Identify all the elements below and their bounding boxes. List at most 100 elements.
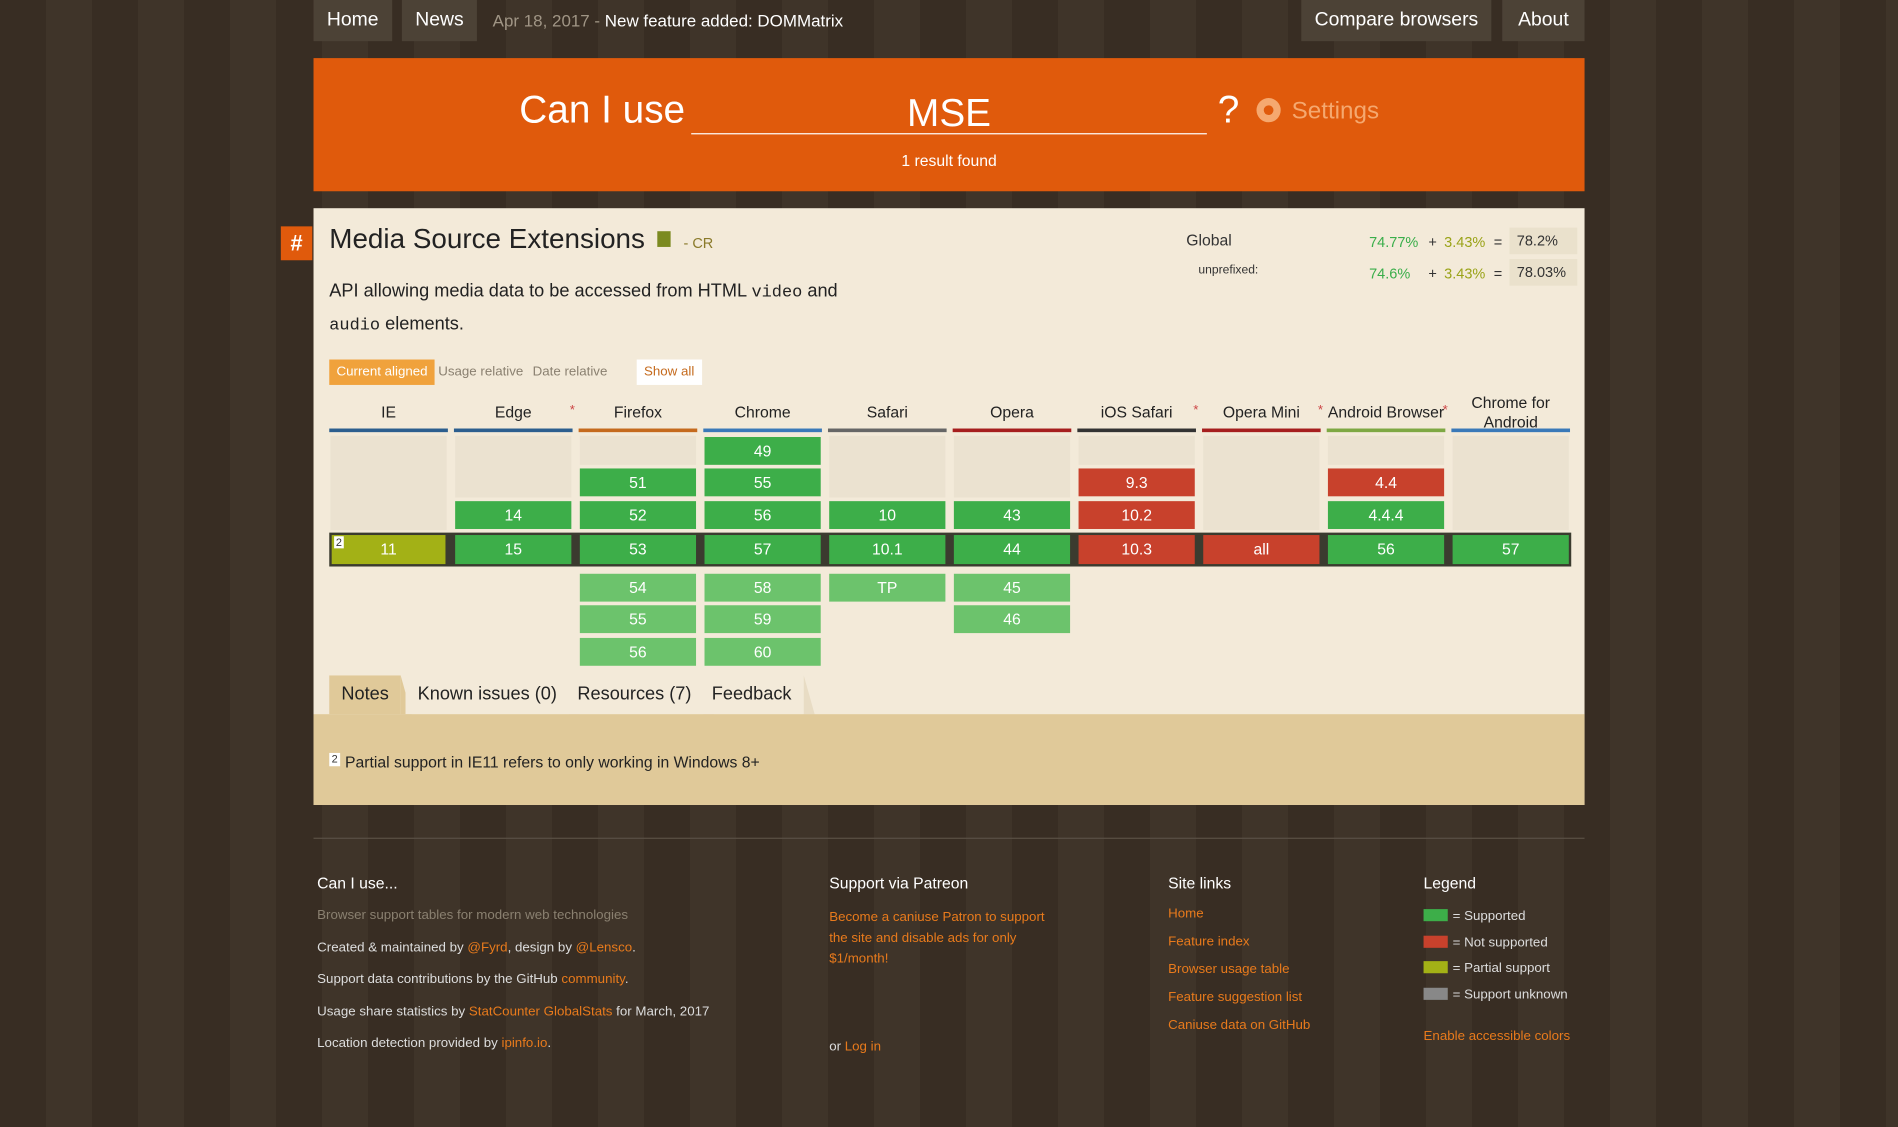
- browser-header-firefox[interactable]: Firefox: [579, 403, 698, 422]
- news-headline[interactable]: New feature added: DOMMatrix: [605, 11, 843, 30]
- support-cell[interactable]: 10.2: [1078, 501, 1195, 529]
- browser-color-bar: [1451, 428, 1571, 433]
- browser-name: Opera Mini: [1222, 403, 1300, 422]
- support-cell[interactable]: 43: [953, 501, 1071, 529]
- legend-swatch: [1423, 961, 1448, 974]
- lensco-link[interactable]: @Lensco: [576, 941, 632, 956]
- feature-anchor-link[interactable]: #: [280, 226, 313, 261]
- gear-icon: [1256, 98, 1281, 123]
- site-link-usage-table[interactable]: Browser usage table: [1168, 960, 1289, 981]
- note-ref-badge[interactable]: 2: [334, 536, 344, 549]
- statcounter-link[interactable]: StatCounter GlobalStats: [469, 1005, 613, 1020]
- support-cell[interactable]: 56: [704, 501, 821, 529]
- nav-home-button[interactable]: Home: [313, 0, 392, 42]
- support-cell-future[interactable]: 55: [579, 605, 697, 634]
- search-input[interactable]: [691, 91, 1207, 135]
- support-cell-future[interactable]: 45: [953, 573, 1071, 602]
- support-cell[interactable]: 49: [704, 436, 821, 465]
- browser-header-ios-safari[interactable]: iOS Safari *: [1077, 403, 1199, 422]
- support-cell-future[interactable]: 59: [704, 605, 821, 634]
- support-cell[interactable]: 55: [704, 468, 821, 497]
- support-cell-current[interactable]: 57: [1452, 535, 1569, 565]
- support-cell[interactable]: 10: [829, 501, 946, 529]
- support-cell-current[interactable]: 53: [579, 535, 697, 565]
- legend-not-supported: = Not supported: [1423, 933, 1548, 954]
- tab-date-relative[interactable]: Date relative: [525, 360, 614, 385]
- feature-title[interactable]: Media Source Extensions: [329, 223, 645, 254]
- site-link-feature-index[interactable]: Feature index: [1168, 932, 1249, 953]
- browser-name: Opera: [990, 403, 1034, 422]
- tab-current-aligned[interactable]: Current aligned: [329, 359, 435, 385]
- support-cell-future[interactable]: 58: [704, 573, 821, 602]
- nav-compare-button[interactable]: Compare browsers: [1301, 0, 1492, 42]
- support-cell-current[interactable]: 10.1: [829, 535, 946, 565]
- ipinfo-link[interactable]: ipinfo.io: [501, 1036, 547, 1051]
- login-link[interactable]: Log in: [845, 1040, 881, 1055]
- support-cell[interactable]: 9.3: [1078, 468, 1195, 497]
- browser-header-opera-mini[interactable]: Opera Mini *: [1202, 403, 1323, 422]
- support-cell-current[interactable]: 10.3: [1078, 535, 1195, 565]
- prefix-note-star: *: [569, 403, 575, 418]
- support-cell[interactable]: 4.4.4: [1327, 501, 1445, 529]
- empty-cell: [829, 435, 946, 498]
- community-link[interactable]: community: [561, 972, 624, 987]
- patreon-link[interactable]: Become a caniuse Patron to support the s…: [829, 908, 1065, 970]
- usage-plus: +: [1428, 265, 1437, 283]
- support-cell[interactable]: 4.4: [1327, 468, 1445, 497]
- footer-location: Location detection provided by ipinfo.io…: [317, 1034, 551, 1055]
- footer-col1-title: Can I use...: [317, 873, 398, 893]
- support-cell-future[interactable]: 56: [579, 637, 697, 666]
- footer-text: Support data contributions by the GitHub: [317, 972, 562, 987]
- support-cell-current[interactable]: 15: [455, 535, 572, 565]
- browser-header-edge[interactable]: Edge *: [454, 403, 575, 422]
- nav-news-button[interactable]: News: [401, 0, 477, 42]
- support-cell[interactable]: 14: [455, 501, 572, 529]
- browser-header-opera[interactable]: Opera: [953, 403, 1072, 422]
- browser-header-ie[interactable]: IE: [329, 403, 448, 422]
- nav-about-button[interactable]: About: [1502, 0, 1585, 42]
- support-cell-future[interactable]: 60: [704, 637, 821, 666]
- accessible-colors-link[interactable]: Enable accessible colors: [1424, 1027, 1571, 1048]
- footer-divider: [313, 837, 1585, 839]
- browser-header-chrome-android[interactable]: Chrome for Android: [1451, 393, 1570, 432]
- site-link-suggestion[interactable]: Feature suggestion list: [1168, 988, 1302, 1009]
- site-link-home[interactable]: Home: [1168, 904, 1204, 925]
- footer-text: .: [547, 1036, 552, 1051]
- support-cell-current[interactable]: 44: [953, 535, 1071, 565]
- news-ticker[interactable]: Apr 18, 2017 - New feature added: DOMMat…: [493, 0, 843, 41]
- prefix-note-star: *: [1193, 403, 1199, 418]
- browser-header-safari[interactable]: Safari: [828, 403, 947, 422]
- support-cell-current[interactable]: 56: [1327, 535, 1445, 565]
- tab-usage-relative[interactable]: Usage relative: [431, 360, 531, 385]
- fyrd-link[interactable]: @Fyrd: [467, 941, 507, 956]
- desc-text: API allowing media data to be accessed f…: [329, 280, 752, 302]
- browser-header-chrome[interactable]: Chrome: [703, 403, 822, 422]
- tab-resources[interactable]: Resources (7): [565, 675, 715, 715]
- legend-swatch: [1423, 935, 1448, 948]
- tab-notes[interactable]: Notes: [329, 675, 413, 715]
- browser-header-android[interactable]: Android Browser *: [1327, 403, 1448, 422]
- search-qmark: ?: [1217, 87, 1240, 131]
- result-count: 1 result found: [901, 151, 997, 170]
- show-all-button[interactable]: Show all: [636, 359, 702, 385]
- desc-code-audio: audio: [329, 315, 381, 336]
- spec-document-icon[interactable]: [657, 231, 671, 247]
- support-cell-current[interactable]: all: [1203, 535, 1320, 565]
- search-prefix: Can I use: [519, 87, 686, 131]
- legend-swatch: [1423, 909, 1448, 922]
- support-cell-future[interactable]: 54: [579, 573, 697, 602]
- empty-cell: [330, 435, 447, 531]
- support-cell-future[interactable]: 46: [953, 605, 1071, 634]
- note-number: 2: [329, 752, 341, 767]
- tab-known-issues[interactable]: Known issues (0): [405, 675, 580, 715]
- support-cell-future[interactable]: TP: [829, 573, 946, 602]
- tab-feedback[interactable]: Feedback: [699, 675, 815, 715]
- usage-equals: =: [1493, 233, 1503, 251]
- support-cell[interactable]: 51: [579, 468, 697, 497]
- support-cell[interactable]: 52: [579, 501, 697, 529]
- support-cell-current[interactable]: 57: [704, 535, 821, 565]
- support-cell-current[interactable]: 2 11: [331, 535, 446, 565]
- spec-status[interactable]: - CR: [683, 235, 713, 252]
- site-link-github[interactable]: Caniuse data on GitHub: [1168, 1016, 1310, 1037]
- settings-button[interactable]: Settings: [1256, 98, 1379, 126]
